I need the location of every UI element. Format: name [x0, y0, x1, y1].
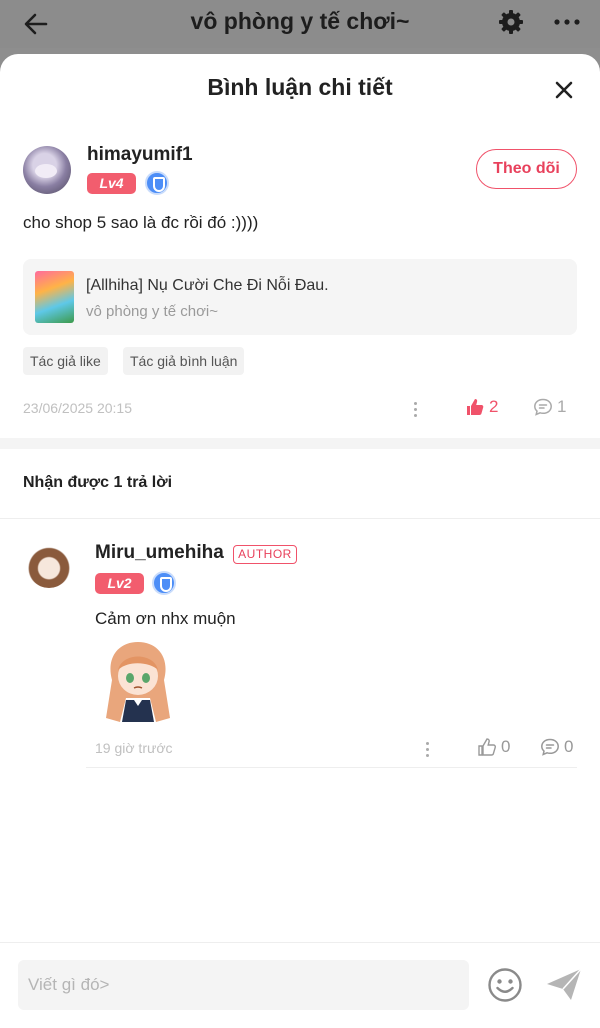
reply-avatar[interactable] [27, 544, 71, 588]
comment-input[interactable] [18, 960, 469, 1010]
reply-count: 1 [557, 397, 567, 416]
comment-detail-sheet: Bình luận chi tiết himayumif1 Lv4 Theo d… [0, 54, 600, 1028]
source-story-subtitle: vô phòng y tế chơi~ [86, 303, 219, 320]
author-badge: AUTHOR [233, 545, 297, 564]
source-story-card[interactable]: [Allhiha] Nụ Cười Che Đi Nỗi Đau. vô phò… [23, 259, 577, 335]
comment-text: cho shop 5 sao là đc rồi đó :)))) [23, 213, 259, 232]
avatar[interactable] [23, 146, 71, 194]
comment-bubble-icon [541, 738, 559, 756]
divider [86, 767, 577, 768]
shield-icon [152, 571, 176, 595]
sheet-title: Bình luận chi tiết [207, 74, 393, 100]
tag-author-like: Tác giả like [23, 347, 108, 375]
top-app-bar: vô phòng y tế chơi~ [0, 0, 600, 48]
comment-bubble-icon [534, 398, 552, 416]
story-cover-thumbnail [35, 271, 74, 323]
comment-username[interactable]: himayumif1 [87, 144, 193, 166]
reply-more-icon[interactable] [424, 742, 430, 758]
like-button[interactable]: 2 [465, 397, 498, 417]
follow-button[interactable]: Theo dõi [476, 149, 577, 189]
reply-like-button[interactable]: 0 [477, 737, 510, 757]
comment-more-icon[interactable] [412, 402, 418, 418]
close-icon[interactable] [550, 76, 578, 104]
like-count: 2 [489, 397, 499, 416]
comment-timestamp: 23/06/2025 20:15 [23, 400, 132, 416]
thumbs-up-icon [467, 399, 484, 415]
source-story-title: [Allhiha] Nụ Cười Che Đi Nỗi Đau. [86, 277, 329, 294]
sticker-image [106, 642, 170, 722]
level-badge: Lv4 [87, 173, 136, 194]
more-horizontal-icon[interactable] [552, 9, 582, 35]
thumbs-up-icon [478, 738, 496, 756]
gear-icon[interactable] [498, 9, 524, 35]
tag-author-comment: Tác giả bình luận [123, 347, 245, 375]
reply-count-button[interactable]: 1 [533, 397, 566, 417]
shield-icon [145, 171, 169, 195]
section-divider [0, 438, 600, 449]
reply-level-badge: Lv2 [95, 573, 144, 594]
reply-username[interactable]: Miru_umehiha [95, 542, 224, 564]
send-icon[interactable] [545, 967, 583, 1003]
replies-heading: Nhận được 1 trả lời [23, 474, 173, 491]
reply-comment-button[interactable]: 0 [540, 737, 573, 757]
reply-text: Cảm ơn nhx muộn [95, 609, 236, 628]
reply-time: 19 giờ trước [95, 740, 173, 756]
comment-composer [0, 942, 600, 1028]
divider [0, 518, 600, 519]
reply-comment-count: 0 [564, 737, 574, 756]
smiley-icon[interactable] [487, 967, 523, 1003]
reply-like-count: 0 [501, 737, 511, 756]
